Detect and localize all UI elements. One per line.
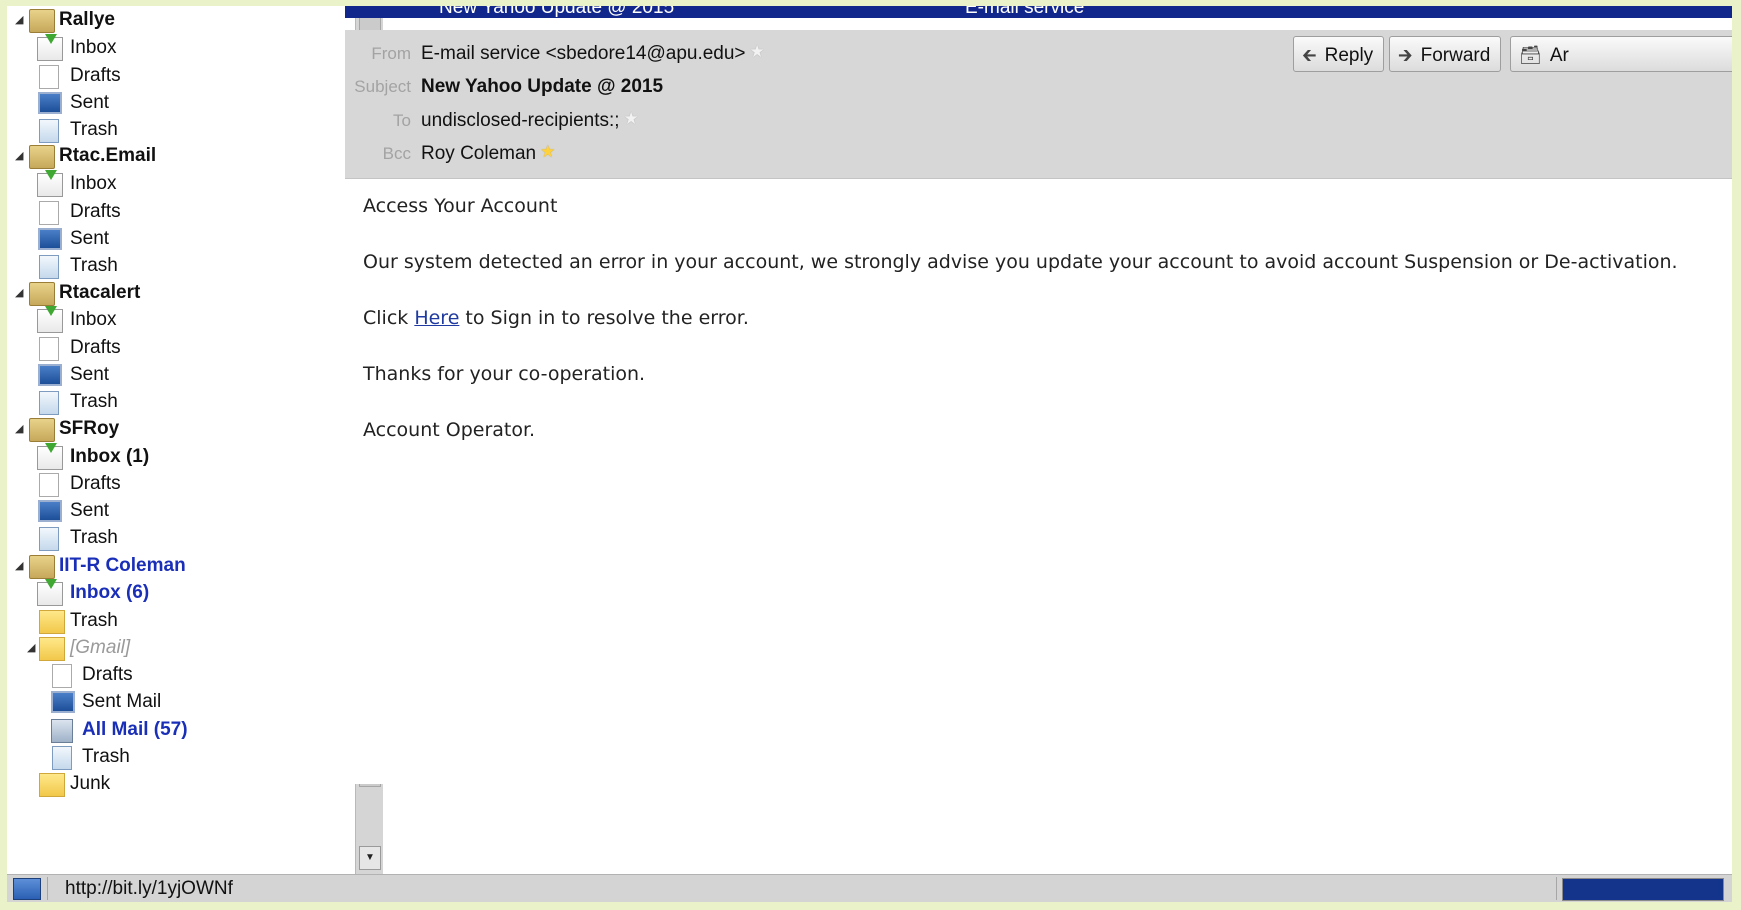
body-line-thanks: Thanks for your co-operation. — [363, 363, 646, 385]
star-icon[interactable]: ★ — [624, 110, 640, 127]
inbox-icon — [37, 579, 63, 606]
bcc-label: Bcc — [382, 144, 411, 163]
body-line-heading: Access Your Account — [363, 195, 558, 217]
header-from-row: From E-mail service <sbedore14@apu.edu> ★ — [345, 43, 766, 65]
all-mail-icon — [51, 719, 73, 743]
inbox-icon — [37, 443, 63, 470]
body-line-signature: Account Operator. — [363, 419, 536, 441]
trash-icon — [52, 746, 72, 770]
from-label: From — [371, 44, 411, 63]
to-value[interactable]: undisclosed-recipients:; — [421, 110, 620, 131]
header-to-row: To undisclosed-recipients:; ★ — [345, 110, 640, 132]
status-separator — [1556, 877, 1557, 900]
status-url: http://bit.ly/1yjOWNf — [65, 878, 233, 899]
account-folder-icon — [29, 418, 55, 442]
account-folder-icon — [29, 145, 55, 169]
message-header: From E-mail service <sbedore14@apu.edu> ★ … — [345, 30, 1732, 179]
star-icon[interactable]: ★ — [540, 143, 556, 160]
star-icon[interactable]: ★ — [750, 43, 766, 60]
trash-icon — [39, 391, 59, 415]
sent-icon — [38, 92, 62, 114]
collapse-arrow-icon[interactable]: ◢ — [27, 634, 39, 662]
header-bcc-row: Bcc Roy Coleman ★ — [345, 143, 556, 165]
sent-icon — [38, 500, 62, 522]
status-separator — [47, 877, 48, 900]
folder-icon — [39, 773, 65, 797]
progress-bar — [1562, 878, 1724, 901]
sent-icon — [38, 364, 62, 386]
drafts-icon — [39, 337, 59, 361]
selected-message-sender: E-mail service — [965, 6, 1085, 18]
collapse-arrow-icon[interactable]: ◢ — [15, 6, 27, 34]
collapse-arrow-icon[interactable]: ◢ — [15, 552, 27, 580]
selected-message-subject: New Yahoo Update @ 2015 — [439, 6, 675, 18]
trash-icon — [39, 527, 59, 551]
body-line-warning: Our system detected an error in your acc… — [363, 251, 1678, 273]
trash-icon — [39, 255, 59, 279]
body-line-click: Click Here to Sign in to resolve the err… — [363, 307, 749, 329]
drafts-icon — [39, 201, 59, 225]
header-subject-row: Subject New Yahoo Update @ 2015 — [345, 76, 663, 98]
mail-client-window: ◢ Rallye Inbox Drafts Sent Trash ◢ Rtac.… — [7, 6, 1732, 902]
collapse-arrow-icon[interactable]: ◢ — [15, 415, 27, 443]
bcc-value[interactable]: Roy Coleman — [421, 143, 536, 164]
archive-box-icon: 🗃 — [1519, 45, 1542, 65]
drafts-icon — [52, 664, 72, 688]
drafts-icon — [39, 473, 59, 497]
forward-arrow-icon: 🡲 — [1398, 45, 1413, 65]
folder-icon — [39, 637, 65, 661]
subject-label: Subject — [354, 77, 411, 96]
scroll-down-arrow-icon[interactable]: ▼ — [359, 846, 381, 870]
from-value[interactable]: E-mail service <sbedore14@apu.edu> — [421, 43, 746, 64]
here-link[interactable]: Here — [414, 307, 459, 329]
selected-message-row[interactable]: New Yahoo Update @ 2015 E-mail service — [345, 6, 1732, 18]
subject-value: New Yahoo Update @ 2015 — [421, 76, 664, 97]
reply-button[interactable]: 🡰 Reply — [1293, 36, 1385, 72]
collapse-arrow-icon[interactable]: ◢ — [15, 279, 27, 307]
inbox-icon — [37, 170, 63, 197]
status-bar: http://bit.ly/1yjOWNf — [7, 874, 1732, 902]
inbox-icon — [37, 306, 63, 333]
message-body: Access Your Account Our system detected … — [345, 179, 1732, 784]
to-label: To — [393, 111, 411, 130]
folder-pane: ◢ Rallye Inbox Drafts Sent Trash ◢ Rtac.… — [7, 6, 355, 874]
reply-arrow-icon: 🡰 — [1302, 45, 1317, 65]
account-folder-icon — [29, 555, 55, 579]
drafts-icon — [39, 65, 59, 89]
sent-icon — [38, 228, 62, 250]
trash-icon — [39, 119, 59, 143]
sent-icon — [51, 691, 75, 713]
inbox-icon — [37, 34, 63, 61]
folder-icon — [39, 610, 65, 634]
archive-button[interactable]: 🗃 Ar — [1510, 36, 1732, 72]
collapse-arrow-icon[interactable]: ◢ — [15, 142, 27, 170]
account-folder-icon — [29, 282, 55, 306]
account-folder-icon — [29, 9, 55, 33]
forward-button[interactable]: 🡲 Forward — [1389, 36, 1502, 72]
online-status-icon[interactable] — [13, 878, 41, 900]
